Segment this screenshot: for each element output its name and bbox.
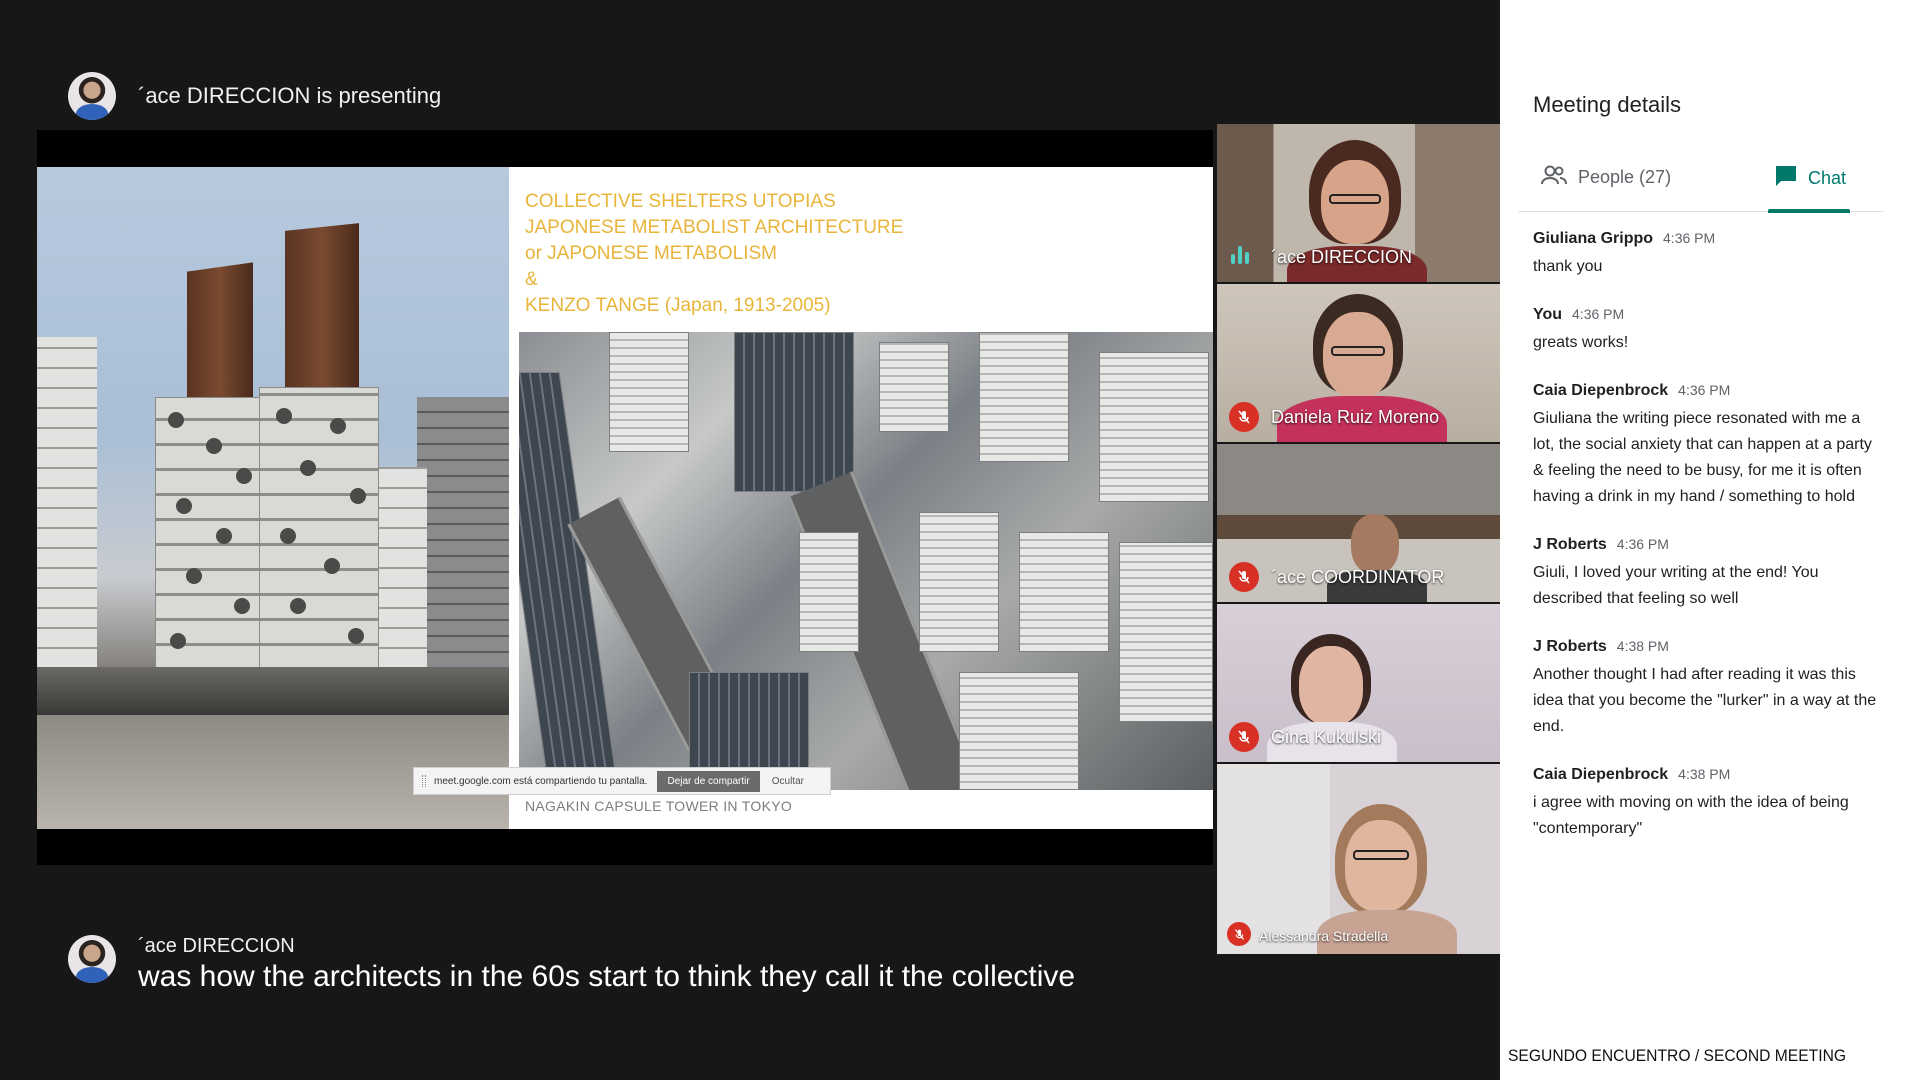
panel-title: Meeting details (1533, 92, 1681, 117)
participant-name: ´ace COORDINATOR (1271, 567, 1445, 587)
people-icon (1540, 164, 1568, 191)
presentation-slide: COLLECTIVE SHELTERS UTOPIAS JAPONESE MET… (37, 167, 1213, 829)
message-sender: Giuliana Grippo (1533, 230, 1654, 247)
panel-tabs: People (27) Chat (1518, 150, 1884, 213)
live-captions: ´ace DIRECCION was how the architects in… (68, 935, 1075, 994)
caption-speaker-avatar (68, 935, 116, 983)
caption-speaker-name: ´ace DIRECCION (138, 935, 295, 957)
participant-name: Gina Kukulski (1271, 727, 1382, 747)
slide-title: COLLECTIVE SHELTERS UTOPIAS JAPONESE MET… (525, 189, 1005, 319)
chat-icon (1774, 164, 1798, 193)
message-time: 4:36 PM (1616, 536, 1669, 552)
hide-share-bar-button[interactable]: Ocultar (772, 776, 804, 787)
mic-off-icon (1229, 562, 1259, 592)
tab-chat-label: Chat (1808, 168, 1847, 188)
chat-message: Caia Diepenbrock 4:38 PM i agree with mov… (1533, 766, 1885, 842)
mic-off-icon (1229, 402, 1259, 432)
share-bar-message: meet.google.com está compartiendo tu pan… (434, 775, 648, 787)
participant-tile[interactable]: Alessandra Stradella (1217, 764, 1500, 954)
chat-message: J Roberts 4:38 PM Another thought I had a… (1533, 638, 1885, 740)
message-time: 4:38 PM (1616, 638, 1669, 654)
participant-name: ´ace DIRECCION (1271, 247, 1413, 267)
message-sender: J Roberts (1533, 536, 1607, 553)
message-text: greats works! (1533, 334, 1629, 351)
chat-message: J Roberts 4:36 PM Giuli, I loved your wri… (1533, 536, 1885, 612)
slide-title-line: or JAPONESE METABOLISM (525, 243, 777, 264)
caption-text: was how the architects in the 60s start … (138, 960, 1076, 993)
active-tab-indicator (1768, 209, 1850, 213)
participant-tile[interactable]: Gina Kukulski (1217, 604, 1500, 762)
presenter-banner: ´ace DIRECCION is presenting (68, 72, 441, 120)
meeting-label: SEGUNDO ENCUENTRO / SECOND MEETING (1508, 1046, 1847, 1065)
presenter-banner-text: ´ace DIRECCION is presenting (138, 83, 442, 108)
slide-title-line: KENZO TANGE (Japan, 1913-2005) (525, 295, 831, 316)
message-text: thank you (1533, 258, 1603, 275)
chat-message: You 4:36 PM greats works! (1533, 306, 1885, 356)
mic-off-icon (1227, 922, 1251, 946)
slide-title-line: & (525, 269, 538, 290)
message-sender: Caia Diepenbrock (1533, 382, 1669, 399)
message-time: 4:36 PM (1663, 230, 1716, 246)
tab-people[interactable]: People (27) (1540, 164, 1671, 191)
message-text: Another thought I had after reading it w… (1533, 666, 1877, 735)
message-time: 4:36 PM (1572, 306, 1625, 322)
stop-sharing-button[interactable]: Dejar de compartir (657, 770, 760, 792)
message-sender: J Roberts (1533, 638, 1607, 655)
participant-tile[interactable]: Daniela Ruiz Moreno (1217, 284, 1500, 442)
presenter-avatar (68, 72, 116, 120)
participant-name: Alessandra Stradella (1259, 928, 1389, 944)
speaking-indicator-icon (1231, 246, 1249, 264)
meeting-details-panel: Meeting details People (27) Chat Giulian… (1500, 0, 1920, 1080)
slide-title-line: JAPONESE METABOLIST ARCHITECTURE (525, 217, 904, 238)
message-sender: Caia Diepenbrock (1533, 766, 1669, 783)
message-sender: You (1533, 306, 1563, 323)
chat-message: Caia Diepenbrock 4:36 PM Giuliana the wri… (1533, 382, 1885, 510)
participant-tile[interactable]: ´ace DIRECCION (1217, 124, 1500, 282)
drag-handle-icon[interactable] (422, 775, 426, 787)
chat-message: Giuliana Grippo 4:36 PM thank you (1533, 230, 1885, 280)
slide-caption: NAGAKIN CAPSULE TOWER IN TOKYO (525, 798, 793, 814)
chat-messages: Giuliana Grippo 4:36 PM thank you You 4:36… (1533, 230, 1885, 868)
mic-off-icon (1229, 722, 1259, 752)
message-text: Giuli, I loved your writing at the end! … (1533, 564, 1819, 607)
message-text: i agree with moving on with the idea of … (1533, 794, 1849, 837)
slide-title-line: COLLECTIVE SHELTERS UTOPIAS (525, 191, 836, 212)
capsule-tower-photo (37, 167, 509, 829)
participant-tile[interactable]: ´ace COORDINATOR (1217, 444, 1500, 602)
tab-chat[interactable]: Chat (1774, 164, 1846, 193)
message-time: 4:38 PM (1678, 766, 1731, 782)
message-text: Giuliana the writing piece resonated wit… (1533, 410, 1872, 505)
message-time: 4:36 PM (1678, 382, 1731, 398)
participant-name: Daniela Ruiz Moreno (1271, 407, 1440, 427)
screen-share-bar: meet.google.com está compartiendo tu pan… (413, 767, 831, 795)
tab-people-label: People (27) (1578, 167, 1672, 187)
tokyo-aerial-photo (519, 332, 1213, 790)
presentation-stage: COLLECTIVE SHELTERS UTOPIAS JAPONESE MET… (37, 130, 1213, 865)
